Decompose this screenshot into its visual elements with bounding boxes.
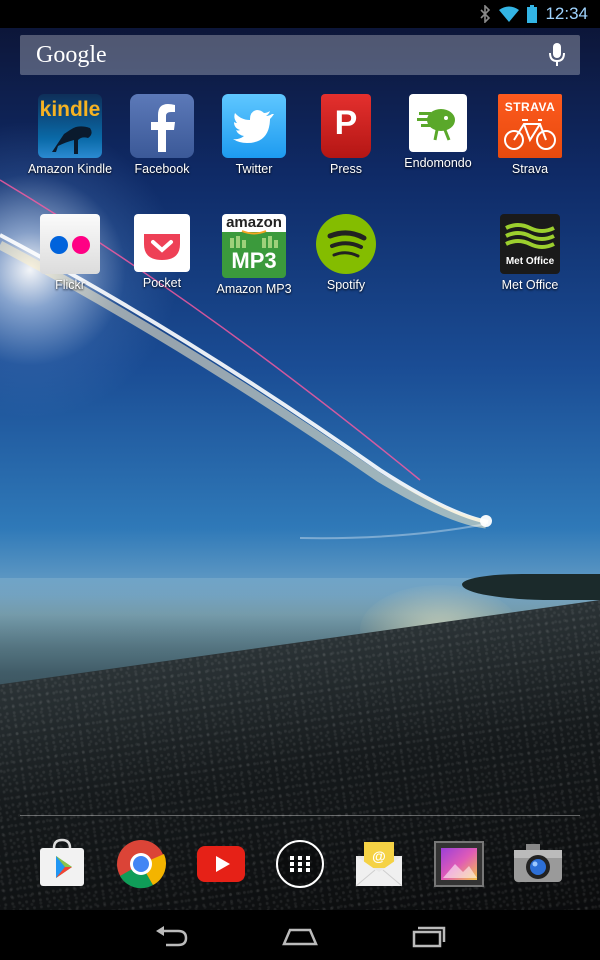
google-search-bar[interactable]: Google [20,35,580,75]
app-label: Endomondo [404,156,472,170]
app-label: Twitter [235,162,273,176]
app-label: Press [330,162,362,176]
press-icon: P [321,94,371,158]
app-met-office[interactable]: Met Office Met Office [480,214,580,292]
app-amazon-mp3[interactable]: amazon MP3 Amazon MP3 [204,214,304,296]
amazon-mp3-icon: amazon MP3 [222,214,286,278]
app-flickr[interactable]: Flickr [20,214,120,292]
dock-divider [20,815,580,816]
gallery-icon[interactable] [433,838,485,890]
app-twitter[interactable]: Twitter [204,94,304,176]
wifi-icon [499,6,520,22]
youtube-icon[interactable] [195,838,247,890]
back-icon[interactable] [152,922,192,950]
app-press[interactable]: P Press [296,94,396,176]
strava-icon: STRAVA [498,94,562,158]
app-label: Amazon MP3 [216,282,292,296]
navigation-bar [0,910,600,960]
app-endomondo[interactable]: Endomondo [388,94,488,170]
app-label: Flickr [55,278,85,292]
email-icon[interactable]: @ [353,838,405,890]
twitter-icon [222,94,286,158]
google-logo-text: Google [36,41,107,68]
app-pocket[interactable]: Pocket [112,214,212,290]
chrome-icon[interactable] [115,838,167,890]
endomondo-icon [409,94,467,152]
home-icon[interactable] [280,922,320,950]
play-store-icon[interactable] [36,838,88,890]
app-label: Spotify [326,278,366,292]
app-label: Pocket [142,276,182,290]
app-facebook[interactable]: Facebook [112,94,212,176]
app-label: Facebook [134,162,190,176]
recents-icon[interactable] [408,922,448,950]
battery-icon [527,5,538,23]
flickr-icon [40,214,100,274]
status-time: 12:34 [545,4,588,23]
svg-text:@: @ [372,848,386,864]
app-label: Amazon Kindle [27,162,113,176]
app-strava[interactable]: STRAVA Strava [480,94,580,176]
app-label: Met Office [501,278,559,292]
bluetooth-icon [480,5,491,23]
kindle-icon: kindle [38,94,102,158]
app-label: Strava [511,162,549,176]
app-drawer-icon[interactable] [274,838,326,890]
microphone-icon[interactable] [548,42,566,68]
pocket-icon [134,214,190,272]
facebook-icon [130,94,194,158]
camera-icon[interactable] [512,838,564,890]
met-office-icon: Met Office [500,214,560,274]
app-spotify[interactable]: Spotify [296,214,396,292]
status-bar: 12:34 [0,0,600,28]
app-amazon-kindle[interactable]: kindle Amazon Kindle [20,94,120,176]
spotify-icon [316,214,376,274]
